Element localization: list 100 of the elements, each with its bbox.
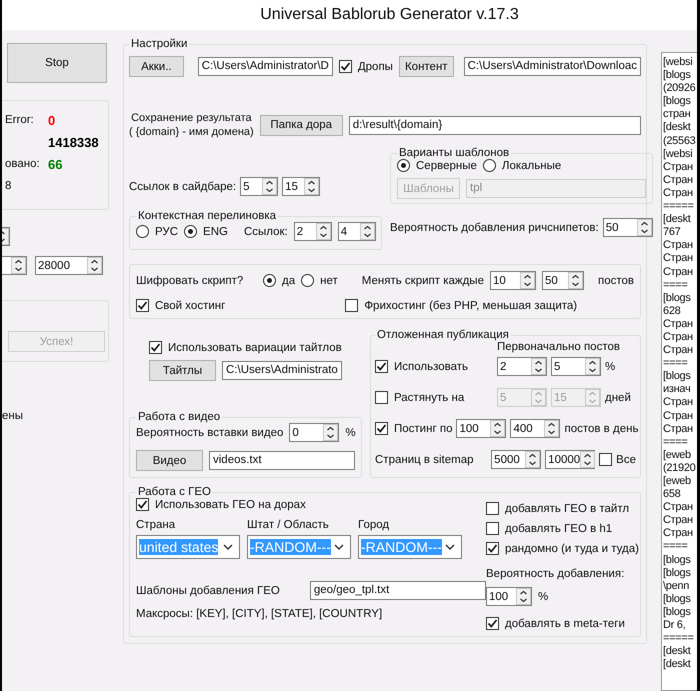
number-field[interactable]: 50 [542, 271, 584, 290]
spin-arrows-icon [316, 223, 331, 240]
video-button[interactable]: Видео [136, 450, 203, 471]
log-line: [websi [663, 56, 692, 70]
log-line: стран [663, 108, 690, 122]
radio-label: РУС [155, 226, 178, 238]
spin-arrows-icon [636, 219, 652, 236]
checkbox[interactable] [375, 422, 388, 435]
titles-button[interactable]: Тайтлы [149, 360, 216, 381]
field-label: Шифровать скрипт? [136, 274, 244, 286]
number-field[interactable]: 400 [510, 419, 560, 438]
group-title: Настройки [130, 38, 188, 50]
checkbox-label: Постинг по [394, 422, 452, 434]
checkbox-label: Фрихостинг (без PHP, меньшая защита) [364, 300, 578, 312]
spin-arrows-icon [585, 358, 600, 375]
macros-text: Максросы: [KEY], [CITY], [STATE], [COUNTRY] [136, 608, 384, 620]
field-label: Вероятность добавления: [486, 568, 626, 580]
number-field[interactable]: 5 [551, 357, 601, 376]
path-field[interactable]: C:\Users\Administrator\D [198, 57, 333, 76]
stat-label: 8 [5, 180, 12, 192]
radio-label: ENG [203, 226, 228, 238]
log-line: Dr 6, [663, 619, 686, 632]
chevron-down-icon [223, 544, 233, 550]
group-title: Контекстная перелиновка [137, 210, 278, 222]
radio-button[interactable] [263, 274, 276, 287]
content-button[interactable]: Контент [398, 56, 454, 77]
checkbox-label: Свой хостинг [155, 300, 226, 312]
field-label: Штат / Область [247, 519, 330, 531]
number-field[interactable]: 5000 [491, 450, 542, 469]
log-line: Стран [663, 410, 693, 423]
path-field[interactable]: videos.txt [209, 451, 355, 470]
log-line: 767 [663, 226, 680, 240]
number-field[interactable]: 15 [282, 177, 320, 196]
checkbox[interactable] [345, 299, 358, 312]
checkbox[interactable] [375, 360, 388, 373]
checkbox[interactable] [338, 60, 352, 73]
column-label: Первоначально постов [497, 341, 621, 353]
log-line: Стран [663, 501, 693, 514]
checkbox-label: добавлять ГЕО в h1 [505, 522, 612, 534]
number-field[interactable]: 100 [486, 587, 532, 606]
chevron-down-icon [334, 544, 344, 550]
checkbox[interactable] [149, 341, 162, 354]
log-line: Стран [663, 514, 693, 528]
checkbox[interactable] [486, 522, 499, 535]
door-folder-button[interactable]: Папка дора [260, 114, 343, 136]
unit-label: постов [598, 274, 634, 286]
number-field[interactable]: 2 [294, 222, 332, 241]
field-label: Страниц в sitemap [375, 454, 474, 466]
checkbox-label: рандомно (и туда и туда) [505, 542, 639, 554]
checkbox[interactable] [486, 617, 499, 630]
number-field[interactable]: 5 [240, 177, 278, 196]
number-field[interactable]: 10 [490, 271, 536, 290]
radio-button[interactable] [136, 225, 149, 238]
log-line: Стран [663, 239, 693, 252]
path-field[interactable]: C:\Users\Administrator\Downloac [464, 57, 641, 76]
log-line: ===== [663, 200, 694, 214]
number-field[interactable]: 50 [602, 218, 653, 237]
checkbox[interactable] [486, 502, 499, 515]
checkbox[interactable] [136, 498, 149, 511]
checkbox[interactable] [599, 453, 612, 466]
chevron-down-icon [445, 544, 455, 550]
log-line: Стран [663, 160, 693, 174]
number-field[interactable]: 0 [289, 423, 340, 442]
group-title: Варианты шаблонов [398, 147, 510, 159]
field-label: Ссылок: [244, 226, 288, 238]
log-line: Стран [663, 252, 693, 266]
number-field[interactable]: 100 [456, 419, 506, 438]
field-label: Страна [136, 519, 176, 531]
spin-arrows-icon [520, 272, 535, 289]
checkbox[interactable] [486, 542, 499, 555]
checkbox[interactable] [136, 299, 149, 312]
number-field[interactable]: 10000 [545, 450, 596, 469]
spin-arrows-icon [580, 451, 596, 468]
spin-arrows-icon [585, 389, 600, 406]
radio-button[interactable] [301, 274, 314, 287]
checkbox-label: добавлять ГЕО в тайтл [505, 502, 630, 514]
number-field[interactable]: 2 [497, 357, 547, 376]
log-line: [blogs [663, 606, 691, 620]
spin-arrows-icon [531, 389, 546, 406]
accounts-button[interactable]: Акки.. [129, 56, 184, 77]
result-label: Сохранение результата ( {domain} - имя домена) [129, 111, 254, 139]
log-line: изнач [663, 383, 690, 396]
group-title: Отложенная публикация [376, 329, 510, 341]
log-line: ==== [663, 540, 688, 554]
path-field[interactable]: d:\result\{domain} [348, 116, 641, 134]
log-line: [eweb [663, 475, 691, 488]
unit-label: % [605, 360, 616, 372]
field-label: Вероятность добавления ричснипетов: [390, 222, 599, 234]
path-field[interactable]: geo/geo_tpl.txt [310, 581, 486, 600]
log-line: [blogs [663, 95, 691, 108]
radio-button[interactable] [184, 225, 198, 238]
stop-button[interactable]: Stop [7, 43, 107, 83]
spin-arrows-icon [544, 420, 560, 437]
field-label: Шаблоны добавления ГЕО [136, 584, 280, 596]
number-field[interactable]: 4 [338, 222, 376, 241]
log-line: ==== [663, 278, 688, 292]
path-field[interactable]: C:\Users\Administrato [222, 361, 342, 380]
field-label: Ссылок в сайдбаре: [129, 180, 236, 192]
checkbox-label: Использовать вариации тайтлов [168, 342, 342, 354]
number-field[interactable]: 28000 [35, 256, 103, 275]
